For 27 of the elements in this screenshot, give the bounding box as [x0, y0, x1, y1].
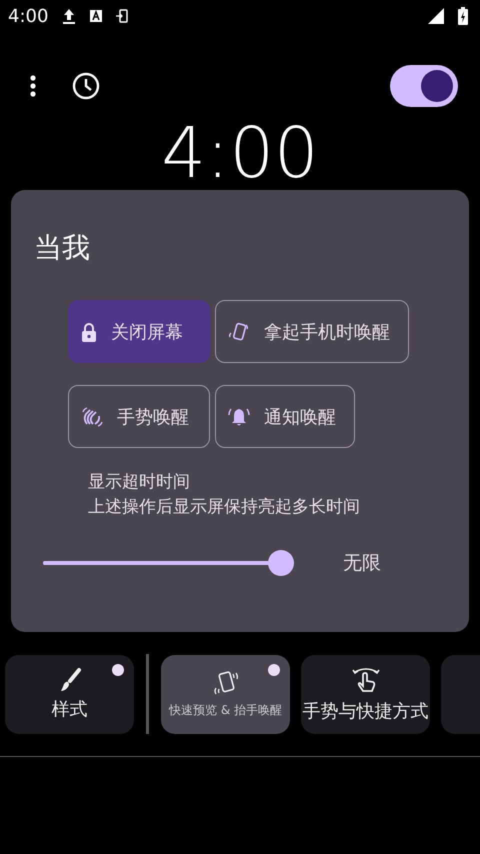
upload-icon [62, 8, 76, 24]
clock-icon[interactable] [72, 72, 100, 100]
category-tab[interactable]: 样式 [5, 654, 134, 734]
toggle-switch[interactable] [390, 65, 458, 107]
category-tab[interactable]: 快速预览 & 抬手唤醒 [161, 654, 290, 734]
text-a-icon [90, 10, 102, 22]
phone-icon [116, 9, 128, 23]
battery-icon [458, 7, 468, 25]
signal-icon [428, 8, 444, 24]
slider-value: 无限 [343, 551, 381, 576]
timeout-description: 上述操作后显示屏保持亮起多长时间 [88, 496, 361, 519]
swipe-gesture-icon [350, 665, 382, 695]
category-tab[interactable]: 手势与快捷方式 [301, 654, 430, 734]
dialog-title: 当我 [34, 234, 91, 262]
bell-icon [228, 406, 250, 426]
option-chip[interactable]: 关闭屏幕 [68, 300, 210, 363]
option-chip[interactable]: 手势唤醒 [68, 385, 210, 448]
status-time: 4:00 [8, 6, 48, 26]
timeout-slider[interactable] [43, 550, 294, 576]
waving-hand-icon [81, 406, 103, 428]
option-chip[interactable]: 通知唤醒 [215, 385, 355, 448]
phone-vibrate-icon [228, 322, 250, 342]
option-chip[interactable]: 拿起手机时唤醒 [215, 300, 409, 363]
timeout-title: 显示超时时间 [88, 471, 191, 494]
lock-icon [81, 322, 97, 342]
more-icon[interactable] [30, 75, 36, 97]
clock-time: 4:00 [160, 118, 320, 188]
